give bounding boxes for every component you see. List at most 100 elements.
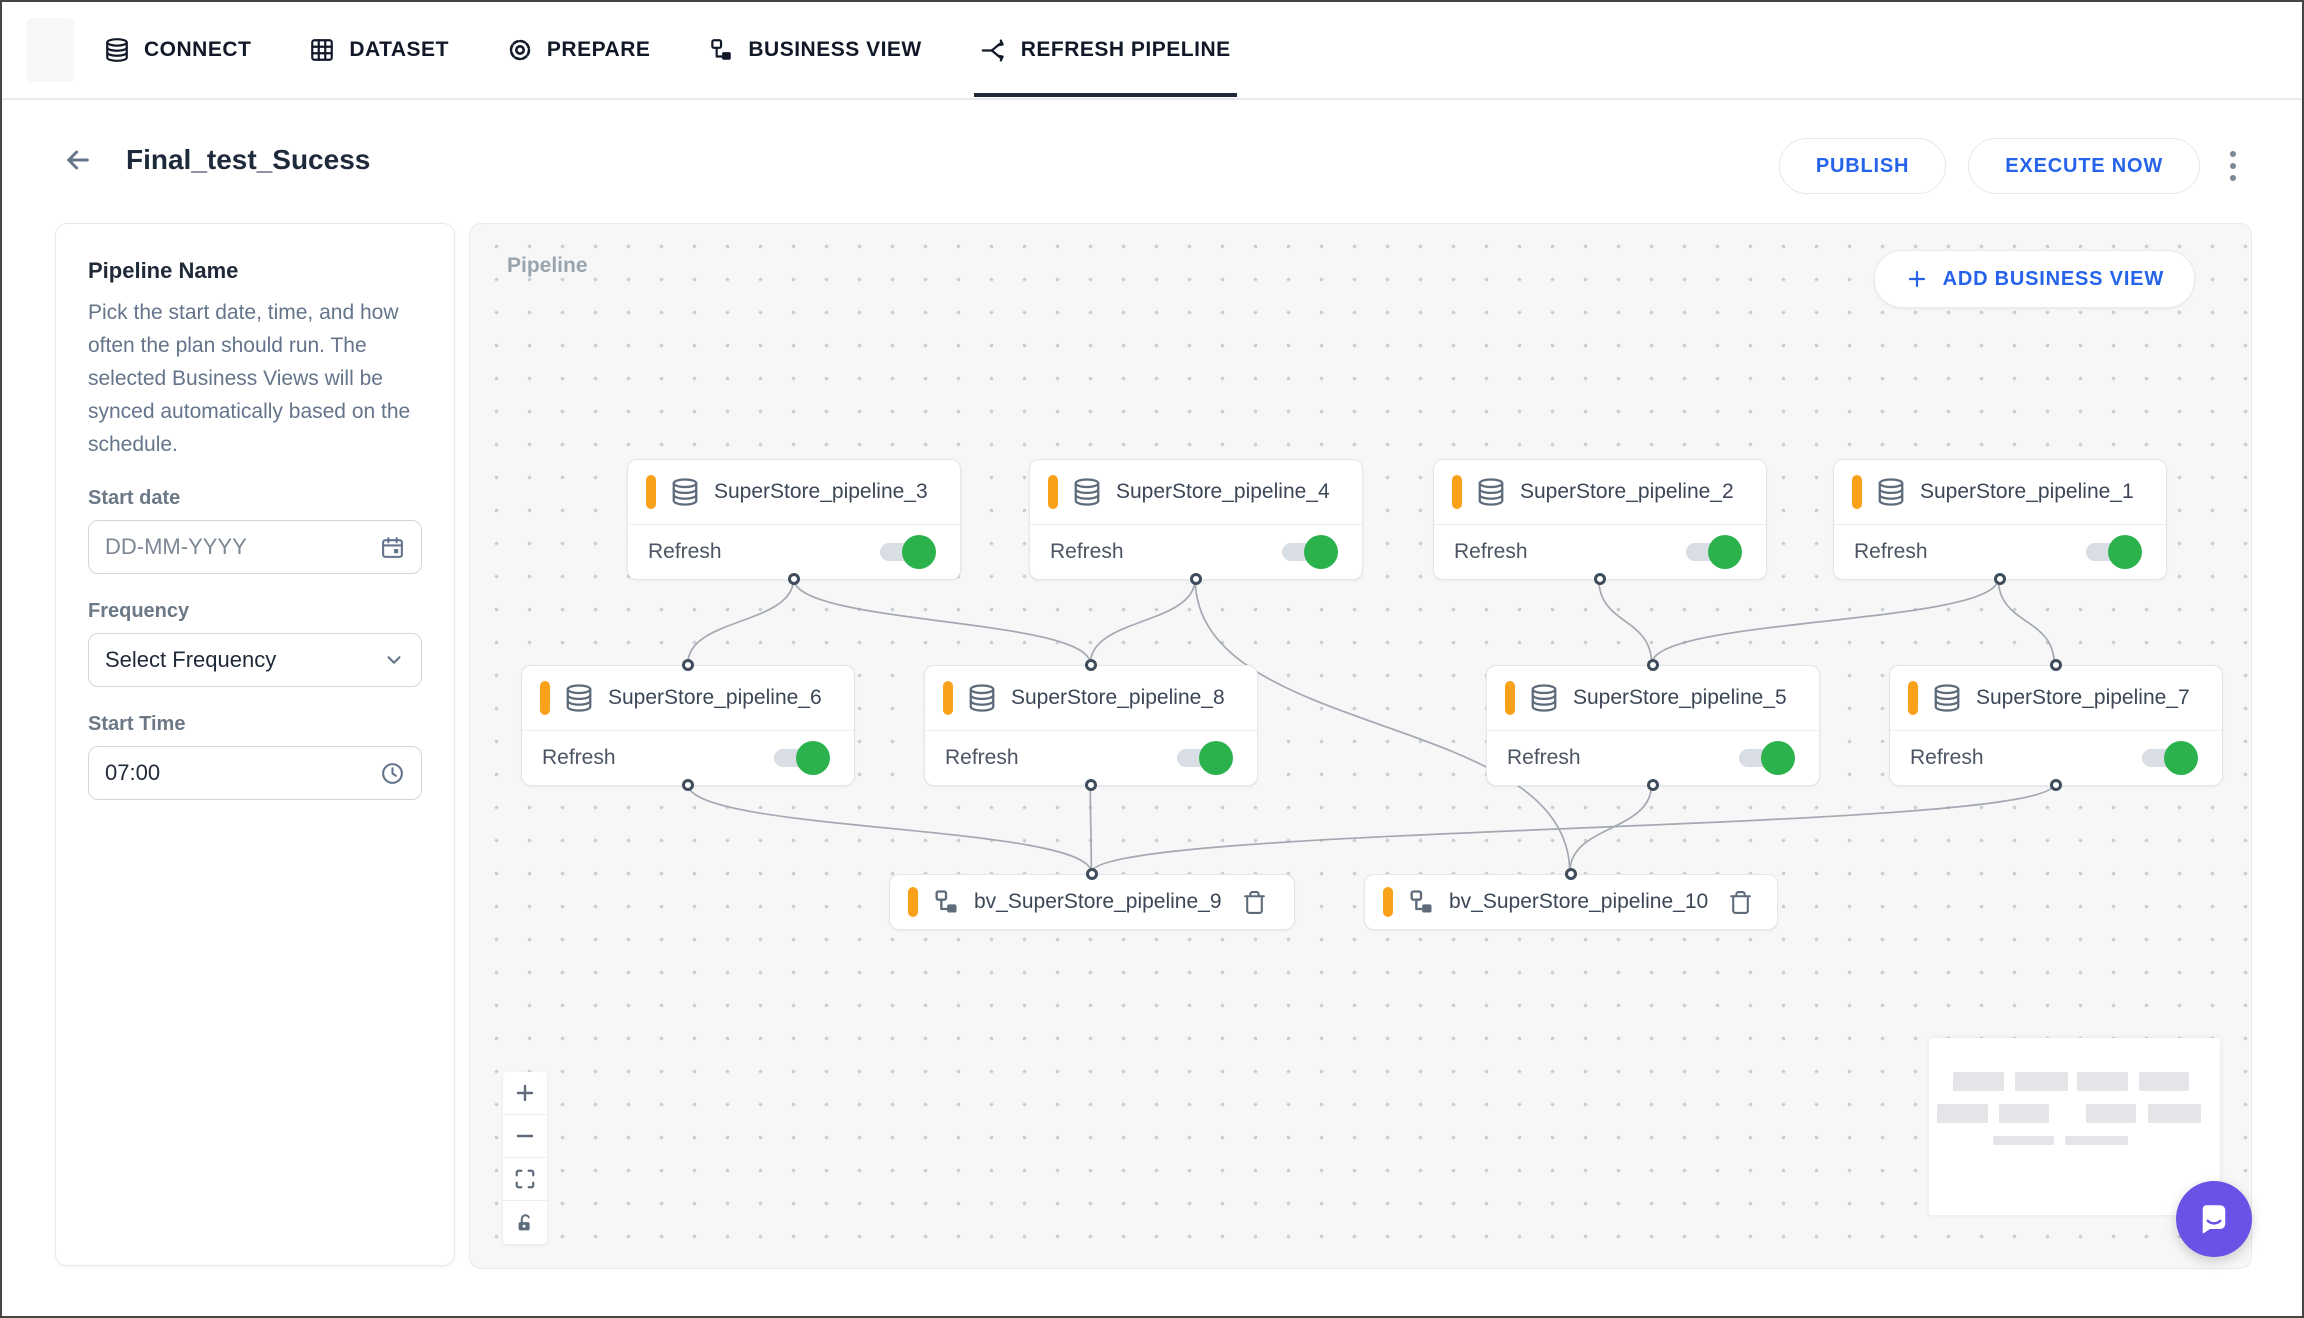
refresh-toggle[interactable] [774, 749, 826, 767]
header-actions: PUBLISH EXECUTE NOW [1779, 138, 2244, 194]
minus-icon [513, 1124, 537, 1148]
node-label: SuperStore_pipeline_4 [1116, 480, 1330, 504]
node-superstore-pipeline-5[interactable]: SuperStore_pipeline_5 Refresh [1486, 665, 1820, 786]
tab-connect[interactable]: CONNECT [104, 3, 251, 97]
refresh-label: Refresh [1454, 540, 1528, 564]
node-label: bv_SuperStore_pipeline_10 [1449, 890, 1708, 914]
business-view-icon [932, 888, 960, 916]
lock-open-icon [514, 1212, 536, 1234]
node-status-bar [1505, 681, 1515, 715]
top-nav: CONNECT DATASET PREPARE BUSINESS VIEW RE… [2, 2, 2302, 100]
canvas-zoom-controls [503, 1072, 547, 1244]
node-status-bar [943, 681, 953, 715]
start-time-value: 07:00 [105, 760, 160, 786]
tab-prepare[interactable]: PREPARE [507, 3, 650, 97]
start-time-input[interactable]: 07:00 [88, 746, 422, 800]
panel-description: Pick the start date, time, and how often… [88, 296, 422, 461]
node-superstore-pipeline-3[interactable]: SuperStore_pipeline_3 Refresh [627, 459, 961, 580]
node-status-bar [908, 887, 918, 917]
node-superstore-pipeline-8[interactable]: SuperStore_pipeline_8 Refresh [924, 665, 1258, 786]
node-superstore-pipeline-6[interactable]: SuperStore_pipeline_6 Refresh [521, 665, 855, 786]
node-status-bar [540, 681, 550, 715]
chat-bubble-icon [2194, 1199, 2234, 1239]
zoom-in-button[interactable] [503, 1072, 547, 1115]
business-view-icon [708, 37, 734, 63]
branch-icon [980, 37, 1007, 64]
refresh-label: Refresh [1854, 540, 1928, 564]
node-status-bar [1852, 475, 1862, 509]
node-bv-superstore-pipeline-10[interactable]: bv_SuperStore_pipeline_10 [1364, 874, 1778, 930]
node-label: SuperStore_pipeline_3 [714, 480, 928, 504]
fit-view-icon [514, 1168, 536, 1190]
database-icon [1476, 477, 1506, 507]
delete-node-button[interactable] [1728, 890, 1753, 915]
frequency-label: Frequency [88, 600, 422, 623]
page-title: Final_test_Sucess [126, 144, 370, 176]
node-status-bar [1908, 681, 1918, 715]
database-icon [1072, 477, 1102, 507]
back-button[interactable] [58, 140, 98, 180]
add-business-view-button[interactable]: ADD BUSINESS VIEW [1874, 250, 2195, 308]
clock-icon [380, 761, 405, 786]
frequency-select[interactable]: Select Frequency [88, 633, 422, 687]
refresh-toggle[interactable] [2142, 749, 2194, 767]
node-status-bar [646, 475, 656, 509]
lock-button[interactable] [503, 1201, 547, 1244]
fit-view-button[interactable] [503, 1158, 547, 1201]
schedule-panel: Pipeline Name Pick the start date, time,… [55, 223, 455, 1266]
refresh-label: Refresh [1910, 746, 1984, 770]
tab-refresh-pipeline[interactable]: REFRESH PIPELINE [980, 3, 1231, 97]
publish-button[interactable]: PUBLISH [1779, 138, 1946, 194]
trash-icon [1242, 890, 1267, 915]
node-superstore-pipeline-1[interactable]: SuperStore_pipeline_1 Refresh [1833, 459, 2167, 580]
plus-icon [1905, 267, 1929, 291]
trash-icon [1728, 890, 1753, 915]
execute-now-button[interactable]: EXECUTE NOW [1968, 138, 2200, 194]
refresh-label: Refresh [1050, 540, 1124, 564]
canvas-minimap[interactable] [1929, 1038, 2220, 1215]
plus-icon [513, 1081, 537, 1105]
add-business-view-label: ADD BUSINESS VIEW [1943, 268, 2164, 291]
database-icon [104, 37, 130, 63]
node-label: SuperStore_pipeline_6 [608, 686, 822, 710]
node-label: SuperStore_pipeline_8 [1011, 686, 1225, 710]
start-date-label: Start date [88, 487, 422, 510]
node-superstore-pipeline-7[interactable]: SuperStore_pipeline_7 Refresh [1889, 665, 2223, 786]
chevron-down-icon [383, 649, 405, 671]
refresh-toggle[interactable] [1686, 543, 1738, 561]
node-bv-superstore-pipeline-9[interactable]: bv_SuperStore_pipeline_9 [889, 874, 1295, 930]
refresh-toggle[interactable] [1739, 749, 1791, 767]
tab-business-view[interactable]: BUSINESS VIEW [708, 3, 921, 97]
gear-icon [507, 37, 533, 63]
tab-dataset-label: DATASET [349, 38, 449, 62]
more-options-button[interactable] [2222, 143, 2244, 189]
canvas-label: Pipeline [507, 254, 588, 278]
tab-prepare-label: PREPARE [547, 38, 650, 62]
node-superstore-pipeline-2[interactable]: SuperStore_pipeline_2 Refresh [1433, 459, 1767, 580]
logo-placeholder [26, 18, 74, 82]
tab-dataset[interactable]: DATASET [309, 3, 449, 97]
frequency-value: Select Frequency [105, 647, 276, 673]
delete-node-button[interactable] [1242, 890, 1267, 915]
refresh-label: Refresh [1507, 746, 1581, 770]
tab-connect-label: CONNECT [144, 38, 251, 62]
node-label: SuperStore_pipeline_5 [1573, 686, 1787, 710]
refresh-toggle[interactable] [880, 543, 932, 561]
pipeline-canvas[interactable]: Pipeline ADD BUSINESS VIEW SuperStore_pi… [469, 223, 2252, 1269]
chat-launcher-button[interactable] [2176, 1181, 2252, 1257]
refresh-label: Refresh [945, 746, 1019, 770]
start-date-placeholder: DD-MM-YYYY [105, 534, 247, 560]
refresh-toggle[interactable] [1177, 749, 1229, 767]
app-window: CONNECT DATASET PREPARE BUSINESS VIEW RE… [0, 0, 2304, 1318]
zoom-out-button[interactable] [503, 1115, 547, 1158]
tab-business-view-label: BUSINESS VIEW [748, 38, 921, 62]
database-icon [564, 683, 594, 713]
database-icon [1529, 683, 1559, 713]
start-time-label: Start Time [88, 713, 422, 736]
database-icon [1932, 683, 1962, 713]
start-date-input[interactable]: DD-MM-YYYY [88, 520, 422, 574]
node-superstore-pipeline-4[interactable]: SuperStore_pipeline_4 Refresh [1029, 459, 1363, 580]
refresh-toggle[interactable] [2086, 543, 2138, 561]
refresh-toggle[interactable] [1282, 543, 1334, 561]
title-row: Final_test_Sucess [58, 140, 370, 180]
